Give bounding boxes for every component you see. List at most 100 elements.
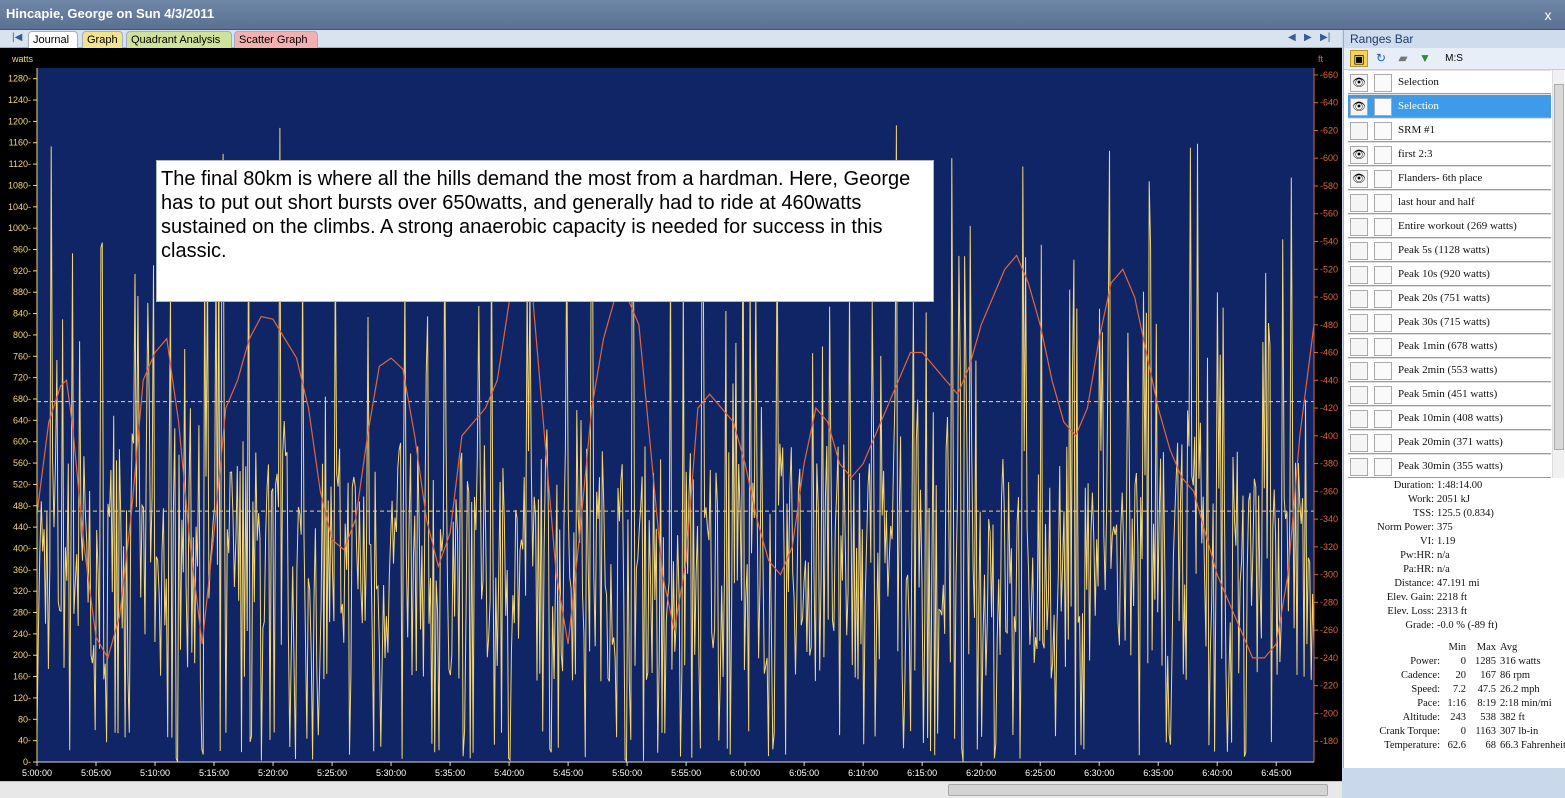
- range-item[interactable]: 👁 Selection: [1348, 70, 1551, 94]
- range-item[interactable]: Peak 30min (355 watts): [1348, 454, 1551, 478]
- range-item[interactable]: Peak 20s (751 watts): [1348, 286, 1551, 310]
- range-checkbox[interactable]: [1374, 266, 1392, 284]
- range-list-scroll-thumb[interactable]: [1554, 84, 1564, 450]
- time-format-button[interactable]: M:S: [1440, 50, 1468, 67]
- range-checkbox[interactable]: [1374, 338, 1392, 356]
- chart-annotation: The final 80km is where all the hills de…: [156, 160, 934, 302]
- eye-off-icon[interactable]: [1350, 458, 1368, 476]
- right-axis-tick-label: -420: [1320, 403, 1338, 413]
- range-checkbox[interactable]: [1374, 290, 1392, 308]
- range-item[interactable]: Peak 5s (1128 watts): [1348, 238, 1551, 262]
- peak-icon[interactable]: ▼: [1416, 50, 1434, 67]
- eye-off-icon[interactable]: [1350, 362, 1368, 380]
- range-item[interactable]: 👁 Flanders- 6th place: [1348, 166, 1551, 190]
- eye-off-icon[interactable]: [1350, 410, 1368, 428]
- stats-max: 68: [1485, 740, 1497, 751]
- range-list-scrollbar[interactable]: [1552, 70, 1564, 478]
- nav-last-icon[interactable]: ▶|: [1320, 32, 1330, 43]
- eye-off-icon[interactable]: [1350, 338, 1368, 356]
- chart-area[interactable]: watts ft 0- 40- 80- 120- 160- 200- 240- 280- 320- 3…: [0, 48, 1342, 781]
- stats-header-max: Max: [1476, 642, 1496, 653]
- range-checkbox[interactable]: [1374, 194, 1392, 212]
- range-checkbox[interactable]: [1374, 146, 1392, 164]
- range-item[interactable]: Peak 20min (371 watts): [1348, 430, 1551, 454]
- eye-off-icon[interactable]: [1350, 386, 1368, 404]
- left-axis-tick-label: 600-: [13, 437, 31, 447]
- range-item[interactable]: Peak 2min (553 watts): [1348, 358, 1551, 382]
- eye-icon[interactable]: 👁: [1350, 74, 1368, 92]
- range-item-label: Peak 5s (1128 watts): [1398, 244, 1490, 256]
- tab-journal[interactable]: Journal: [28, 31, 78, 48]
- eye-off-icon[interactable]: [1350, 218, 1368, 236]
- range-item[interactable]: Peak 5min (451 watts): [1348, 382, 1551, 406]
- range-checkbox[interactable]: [1374, 386, 1392, 404]
- stats-avg: 2:18 min/mi: [1500, 698, 1552, 709]
- horizontal-scroll-thumb[interactable]: [948, 784, 1328, 796]
- nav-first-icon[interactable]: |◀: [12, 32, 22, 43]
- range-checkbox[interactable]: [1374, 170, 1392, 188]
- tab-graph[interactable]: Graph: [82, 31, 123, 48]
- horizontal-scrollbar[interactable]: [0, 781, 1342, 798]
- eye-icon[interactable]: 👁: [1350, 146, 1368, 164]
- range-item[interactable]: Entire workout (269 watts): [1348, 214, 1551, 238]
- range-checkbox[interactable]: [1374, 410, 1392, 428]
- eye-off-icon[interactable]: [1350, 290, 1368, 308]
- range-item[interactable]: Peak 30s (715 watts): [1348, 310, 1551, 334]
- eye-off-icon[interactable]: [1350, 314, 1368, 332]
- right-axis-tick-label: -440: [1320, 375, 1338, 385]
- eye-icon[interactable]: 👁: [1350, 98, 1368, 116]
- summary-label: VI:: [1420, 536, 1434, 547]
- power-altitude-chart[interactable]: watts ft 0- 40- 80- 120- 160- 200- 240- 280- 320- 3…: [0, 48, 1342, 781]
- summary-row: Work: 2051 kJ: [1344, 494, 1565, 508]
- range-item[interactable]: 👁 first 2:3: [1348, 142, 1551, 166]
- nav-prev-icon[interactable]: ◀: [1288, 32, 1296, 43]
- stats-header-avg: Avg: [1500, 642, 1518, 653]
- eye-off-icon[interactable]: [1350, 266, 1368, 284]
- range-checkbox[interactable]: [1374, 458, 1392, 476]
- eye-icon[interactable]: 👁: [1350, 170, 1368, 188]
- range-item-label: Peak 5min (451 watts): [1398, 388, 1498, 400]
- range-checkbox[interactable]: [1374, 434, 1392, 452]
- stats-max: 47.5: [1477, 684, 1496, 695]
- summary-value: 375: [1437, 522, 1453, 533]
- right-axis-tick-label: -400: [1320, 431, 1338, 441]
- eye-off-icon[interactable]: [1350, 194, 1368, 212]
- range-item-label: Peak 10s (920 watts): [1398, 268, 1490, 280]
- range-item-label: Flanders- 6th place: [1398, 172, 1483, 184]
- range-checkbox[interactable]: [1374, 242, 1392, 260]
- tab-scatter-graph[interactable]: Scatter Graph: [234, 31, 318, 48]
- left-axis-tick-label: 760-: [13, 351, 31, 361]
- range-item[interactable]: last hour and half: [1348, 190, 1551, 214]
- close-icon[interactable]: x: [1539, 6, 1557, 24]
- right-axis-tick-label: -560: [1320, 209, 1338, 219]
- summary-row: TSS: 125.5 (0.834): [1344, 508, 1565, 522]
- range-item[interactable]: Peak 10s (920 watts): [1348, 262, 1551, 286]
- left-axis-tick-label: 1200-: [8, 116, 31, 126]
- stats-max: 538: [1480, 712, 1496, 723]
- chart-view-icon[interactable]: ▣: [1350, 50, 1368, 67]
- range-checkbox[interactable]: [1374, 122, 1392, 140]
- refresh-icon[interactable]: ↻: [1372, 50, 1390, 67]
- tab-quadrant-analysis[interactable]: Quadrant Analysis: [126, 31, 232, 48]
- eye-off-icon[interactable]: [1350, 434, 1368, 452]
- nav-next-icon[interactable]: ▶: [1304, 32, 1312, 43]
- range-checkbox[interactable]: [1374, 362, 1392, 380]
- comment-icon[interactable]: ▰: [1394, 50, 1412, 67]
- summary-row: VI: 1.19: [1344, 536, 1565, 550]
- eye-off-icon[interactable]: [1350, 122, 1368, 140]
- range-item[interactable]: 👁 Selection: [1348, 94, 1551, 118]
- x-axis-tick-label: 6:40:00: [1202, 768, 1232, 778]
- range-item[interactable]: Peak 10min (408 watts): [1348, 406, 1551, 430]
- range-checkbox[interactable]: [1374, 218, 1392, 236]
- range-item[interactable]: SRM #1: [1348, 118, 1551, 142]
- x-axis-tick-label: 5:10:00: [140, 768, 170, 778]
- range-item[interactable]: Peak 1min (678 watts): [1348, 334, 1551, 358]
- stats-min: 20: [1455, 670, 1467, 681]
- range-checkbox[interactable]: [1374, 314, 1392, 332]
- summary-row: Grade: -0.0 % (-89 ft): [1344, 620, 1565, 634]
- range-checkbox[interactable]: [1374, 98, 1392, 116]
- range-checkbox[interactable]: [1374, 74, 1392, 92]
- eye-off-icon[interactable]: [1350, 242, 1368, 260]
- right-axis-tick-label: -660: [1320, 70, 1338, 80]
- right-axis-tick-label: -600: [1320, 153, 1338, 163]
